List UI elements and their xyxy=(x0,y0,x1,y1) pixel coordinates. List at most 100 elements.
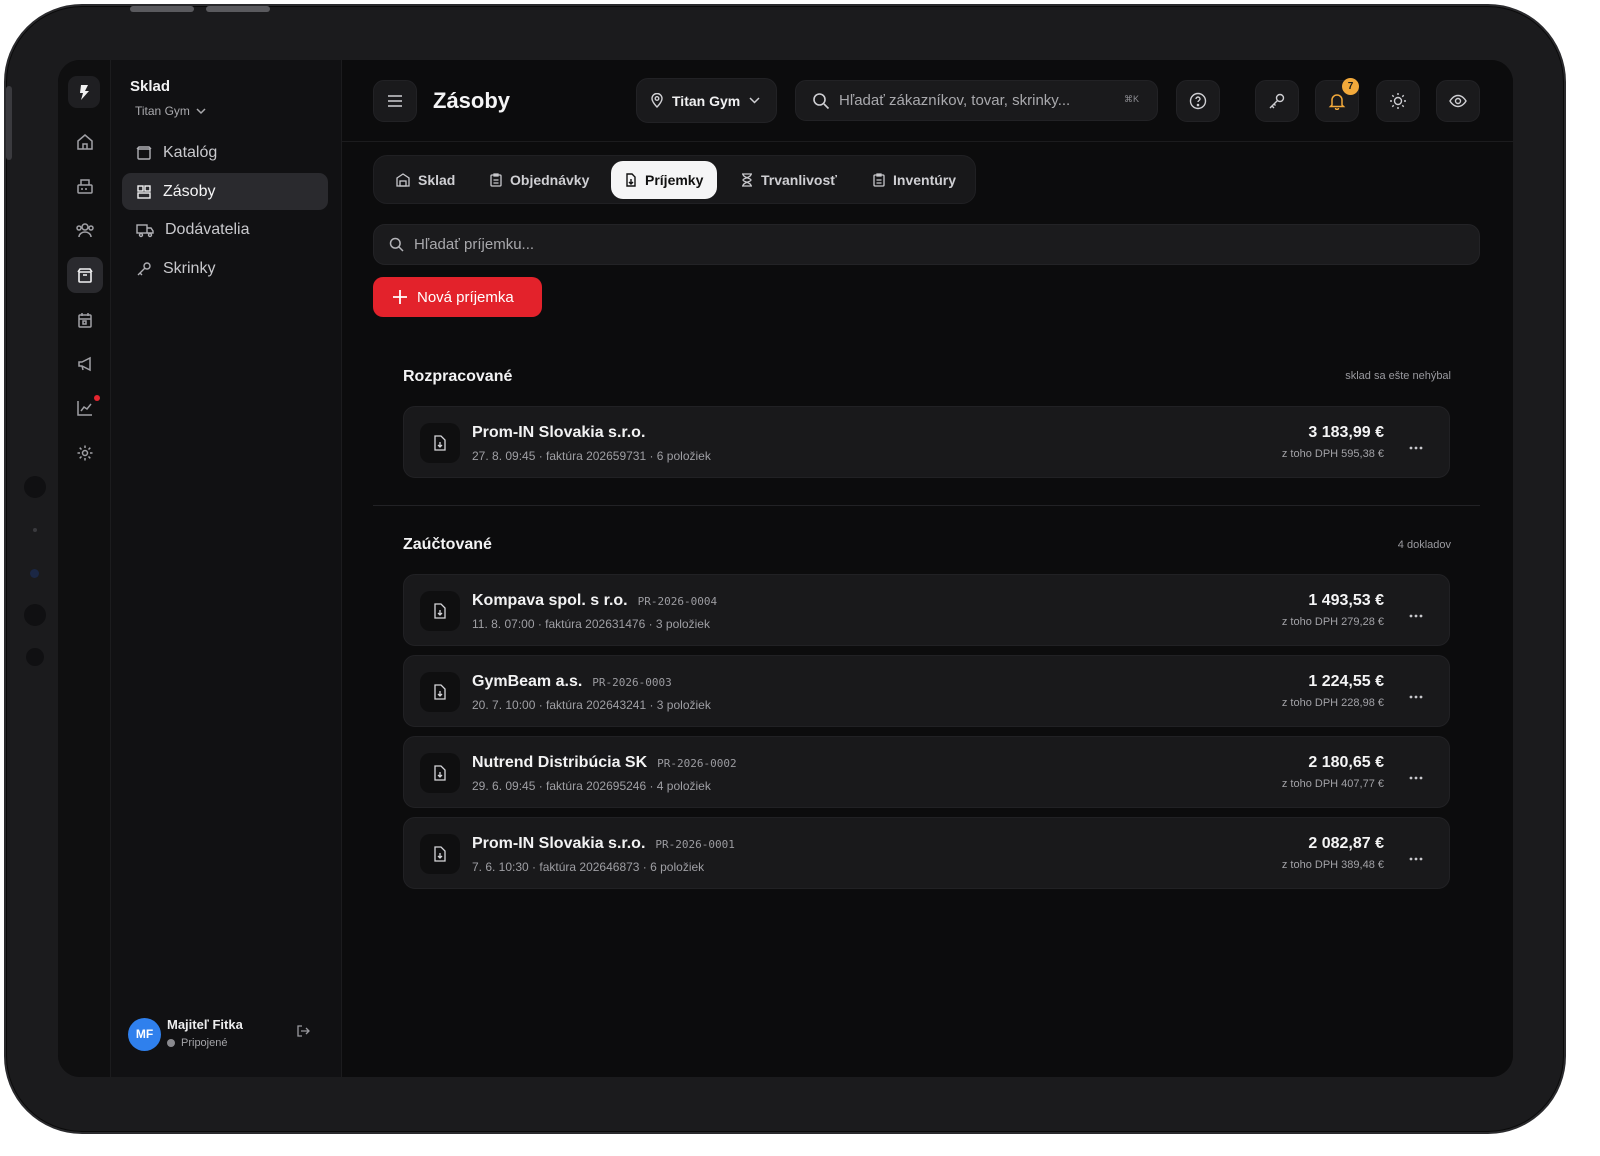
cash-register-icon[interactable] xyxy=(67,168,103,204)
receipt-card[interactable]: Nutrend Distribúcia SK PR-2026-0002 29. … xyxy=(403,736,1450,808)
section-divider xyxy=(373,505,1480,506)
global-search-placeholder: Hľadať zákazníkov, tovar, skrinky... xyxy=(839,92,1071,109)
home-icon[interactable] xyxy=(67,124,103,160)
help-icon xyxy=(1189,92,1207,110)
supplier-name: Prom-IN Slovakia s.r.o. xyxy=(472,835,646,852)
receipt-vat: z toho DPH 279,28 € xyxy=(1281,616,1384,628)
tab-label: Príjemky xyxy=(645,172,704,188)
clipboard-icon xyxy=(490,173,502,187)
user-name: Majiteľ Fitka xyxy=(167,1017,243,1032)
camera-sensor xyxy=(26,648,44,666)
receipt-supplier: Prom-IN Slovakia s.r.o. xyxy=(472,424,645,442)
tab-label: Inventúry xyxy=(893,172,957,188)
user-profile[interactable]: MF Majiteľ Fitka Pripojené xyxy=(128,1016,328,1052)
keys-button[interactable] xyxy=(1255,80,1299,122)
sidebar-item-lockers[interactable]: Skrinky xyxy=(122,250,328,287)
shortcut-hint: ⌘K xyxy=(1123,94,1139,104)
sidebar-item-stock[interactable]: Zásoby xyxy=(122,173,328,210)
section-note-posted: 4 dokladov xyxy=(1397,539,1451,551)
logout-icon[interactable] xyxy=(296,1024,310,1043)
key-icon xyxy=(137,261,151,275)
receipt-icon xyxy=(420,834,460,874)
receipt-amount: 2 082,87 € xyxy=(1308,835,1384,852)
tab-bar: Sklad Objednávky Príjemky Trvanlivosť In… xyxy=(373,155,976,204)
more-options-icon[interactable] xyxy=(1409,686,1423,704)
clipboard-check-icon xyxy=(873,173,885,187)
sidebar: Sklad Titan Gym Katalóg Zásoby Dodávatel… xyxy=(111,60,342,1077)
warehouse-icon xyxy=(396,173,410,187)
receipt-code: PR-2026-0001 xyxy=(655,838,735,851)
more-options-icon[interactable] xyxy=(1409,437,1423,455)
receipt-amount: 1 493,53 € xyxy=(1308,592,1384,609)
tab-shelf-life[interactable]: Trvanlivosť xyxy=(727,161,851,199)
receipt-search-input[interactable]: Hľadať príjemku... xyxy=(373,224,1480,265)
page-title: Zásoby xyxy=(433,88,511,113)
camera-sensor xyxy=(24,604,46,626)
notification-badge: 7 xyxy=(1342,78,1359,95)
tab-label: Objednávky xyxy=(510,172,590,188)
receipt-card[interactable]: GymBeam a.s. PR-2026-0003 20. 7. 10:00 ·… xyxy=(403,655,1450,727)
sidebar-item-label: Dodávatelia xyxy=(165,220,250,238)
avatar: MF xyxy=(128,1017,161,1051)
power-button xyxy=(6,86,12,160)
location-selector[interactable]: Titan Gym xyxy=(636,78,777,123)
receipt-amount: 3 183,99 € xyxy=(1308,424,1384,441)
sun-icon xyxy=(1390,93,1406,109)
section-title-posted: Zaúčtované xyxy=(403,536,492,553)
theme-toggle-button[interactable] xyxy=(1376,80,1420,122)
calendar-icon[interactable] xyxy=(67,302,103,338)
tab-label: Trvanlivosť xyxy=(761,172,837,188)
receipt-supplier: Prom-IN Slovakia s.r.o. PR-2026-0001 xyxy=(472,835,735,853)
sidebar-item-suppliers[interactable]: Dodávatelia xyxy=(122,211,328,248)
chevron-down-icon xyxy=(196,107,206,114)
receipt-icon xyxy=(420,753,460,793)
hourglass-icon xyxy=(742,173,752,187)
tab-inventories[interactable]: Inventúry xyxy=(859,161,970,199)
search-icon xyxy=(813,92,830,109)
status-dot xyxy=(167,1039,175,1047)
hamburger-icon xyxy=(388,95,402,107)
tab-orders[interactable]: Objednávky xyxy=(476,161,603,199)
receipt-code: PR-2026-0004 xyxy=(637,595,718,608)
receipt-search-placeholder: Hľadať príjemku... xyxy=(414,236,535,253)
org-switcher[interactable]: Titan Gym xyxy=(135,104,206,118)
main-content: Zásoby Titan Gym Hľadať zákazníkov, tova… xyxy=(342,60,1513,1077)
receipt-meta: 29. 6. 09:45 · faktúra 202695246 · 4 pol… xyxy=(472,779,711,793)
section-note-draft: sklad sa ešte nehýbal xyxy=(1345,370,1451,382)
receipt-icon xyxy=(626,173,636,187)
new-receipt-button[interactable]: Nová príjemka xyxy=(373,277,542,317)
org-name: Titan Gym xyxy=(135,104,190,118)
receipt-icon xyxy=(420,672,460,712)
volume-button xyxy=(130,6,194,12)
megaphone-icon[interactable] xyxy=(67,346,103,382)
global-search-input[interactable]: Hľadať zákazníkov, tovar, skrinky... ⌘K xyxy=(795,80,1158,121)
receipt-meta: 7. 6. 10:30 · faktúra 202646873 · 6 polo… xyxy=(472,860,705,874)
menu-button[interactable] xyxy=(373,80,417,122)
tab-receipts[interactable]: Príjemky xyxy=(611,161,718,199)
plus-icon xyxy=(393,290,407,304)
visibility-button[interactable] xyxy=(1436,80,1480,122)
receipt-card[interactable]: Prom-IN Slovakia s.r.o. PR-2026-0001 7. … xyxy=(403,817,1450,889)
notification-dot xyxy=(94,395,100,401)
settings-icon[interactable] xyxy=(67,435,103,471)
section-title-draft: Rozpracované xyxy=(403,368,513,385)
bell-icon xyxy=(1328,94,1346,110)
more-options-icon[interactable] xyxy=(1409,605,1423,623)
box-icon[interactable] xyxy=(67,257,103,293)
more-options-icon[interactable] xyxy=(1409,848,1423,866)
new-receipt-label: Nová príjemka xyxy=(417,288,514,306)
app-logo-icon[interactable] xyxy=(68,76,100,108)
users-icon[interactable] xyxy=(67,212,103,248)
tab-warehouse[interactable]: Sklad xyxy=(382,161,469,199)
receipt-card[interactable]: Prom-IN Slovakia s.r.o. 27. 8. 09:45 · f… xyxy=(403,406,1450,478)
receipt-meta: 27. 8. 09:45 · faktúra 202659731 · 6 pol… xyxy=(472,449,711,463)
sidebar-item-catalog[interactable]: Katalóg xyxy=(122,134,328,171)
help-button[interactable] xyxy=(1176,80,1220,122)
location-pin-icon xyxy=(651,93,663,108)
sidebar-item-label: Zásoby xyxy=(163,182,216,200)
more-options-icon[interactable] xyxy=(1409,767,1423,785)
receipt-code: PR-2026-0003 xyxy=(592,676,672,689)
icon-rail xyxy=(58,60,111,1077)
receipt-card[interactable]: Kompava spol. s r.o. PR-2026-0004 11. 8.… xyxy=(403,574,1450,646)
supplier-name: Nutrend Distribúcia SK xyxy=(472,754,648,771)
